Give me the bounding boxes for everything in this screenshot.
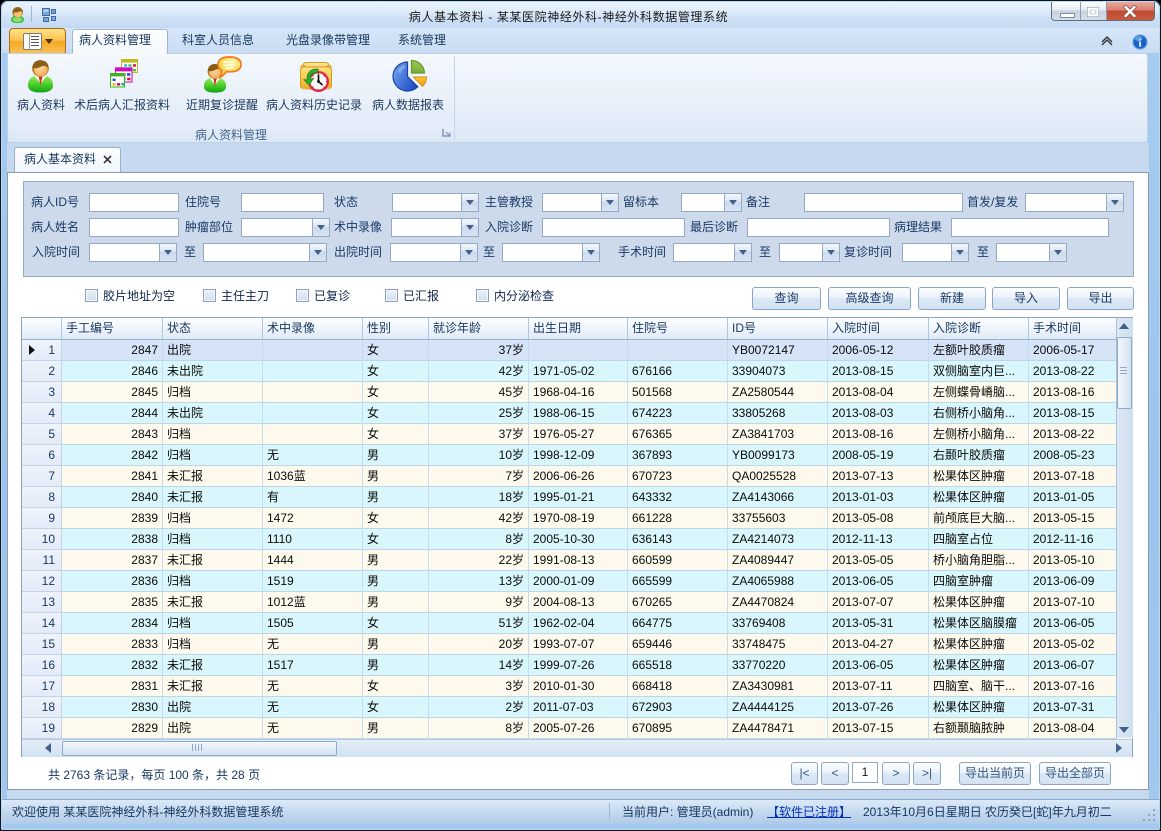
svg-text:i: i xyxy=(1138,38,1141,50)
